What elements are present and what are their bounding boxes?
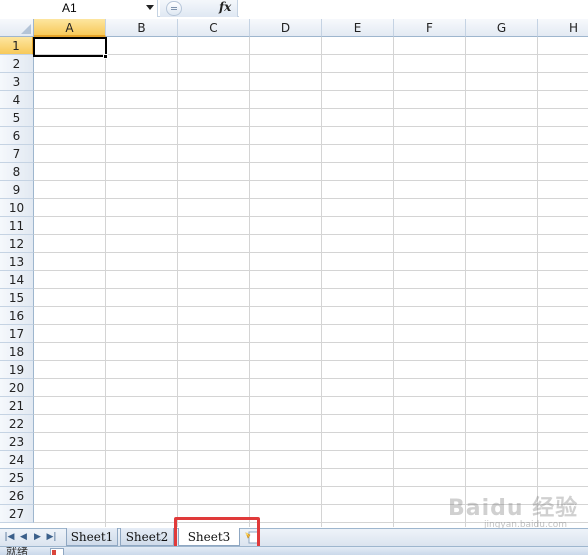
row-header-13[interactable]: 13 [0,253,34,271]
row-header-3[interactable]: 3 [0,73,34,91]
row-header-26[interactable]: 26 [0,487,34,505]
previous-sheet-icon[interactable]: ◀ [18,529,29,545]
row-header-22[interactable]: 22 [0,415,34,433]
column-header-f[interactable]: F [394,19,466,37]
formula-input[interactable] [239,0,588,17]
row-header-25[interactable]: 25 [0,469,34,487]
column-header-e[interactable]: E [322,19,394,37]
row-header-15[interactable]: 15 [0,289,34,307]
next-sheet-icon[interactable]: ▶ [32,529,43,545]
first-sheet-icon[interactable]: |◀ [4,529,15,545]
last-sheet-icon[interactable]: ▶| [46,529,57,545]
chevron-down-icon[interactable] [146,5,154,10]
row-header-9[interactable]: 9 [0,181,34,199]
row-header-14[interactable]: 14 [0,271,34,289]
row-header-10[interactable]: 10 [0,199,34,217]
column-header-c[interactable]: C [178,19,250,37]
column-header-b[interactable]: B [106,19,178,37]
column-header-g[interactable]: G [466,19,538,37]
insert-function-button[interactable]: fx [219,0,231,14]
column-header-d[interactable]: D [250,19,322,37]
sheet-tab-sheet1[interactable]: Sheet1 [66,528,118,546]
row-header-2[interactable]: 2 [0,55,34,73]
sheet-tab-sheet2[interactable]: Sheet2 [120,528,174,546]
row-header-4[interactable]: 4 [0,91,34,109]
row-header-7[interactable]: 7 [0,145,34,163]
status-bar: 就绪 [0,546,588,555]
resize-grip-icon[interactable] [166,1,182,16]
row-header-12[interactable]: 12 [0,235,34,253]
row-header-1[interactable]: 1 [0,37,34,55]
row-header-24[interactable]: 24 [0,451,34,469]
row-header-17[interactable]: 17 [0,325,34,343]
formula-bar: A1 fx [0,0,588,17]
row-header-18[interactable]: 18 [0,343,34,361]
column-header-h[interactable]: H [538,19,588,37]
row-header-23[interactable]: 23 [0,433,34,451]
active-cell-a1[interactable] [33,37,107,57]
row-header-11[interactable]: 11 [0,217,34,235]
select-all-button[interactable] [0,19,34,37]
row-header-20[interactable]: 20 [0,379,34,397]
row-header-8[interactable]: 8 [0,163,34,181]
row-header-27[interactable]: 27 [0,505,34,523]
macro-record-icon[interactable] [50,548,64,555]
row-header-16[interactable]: 16 [0,307,34,325]
column-header-a[interactable]: A [34,19,106,37]
status-ready-text: 就绪 [6,546,28,555]
row-header-19[interactable]: 19 [0,361,34,379]
row-header-6[interactable]: 6 [0,127,34,145]
row-header-21[interactable]: 21 [0,397,34,415]
fill-handle[interactable] [103,54,108,59]
cell-grid[interactable] [34,37,588,527]
name-box[interactable]: A1 [0,0,158,17]
baidu-watermark: Baidu 经验 [448,496,579,521]
row-header-5[interactable]: 5 [0,109,34,127]
name-box-value: A1 [62,1,77,15]
triangle-icon [21,24,31,34]
